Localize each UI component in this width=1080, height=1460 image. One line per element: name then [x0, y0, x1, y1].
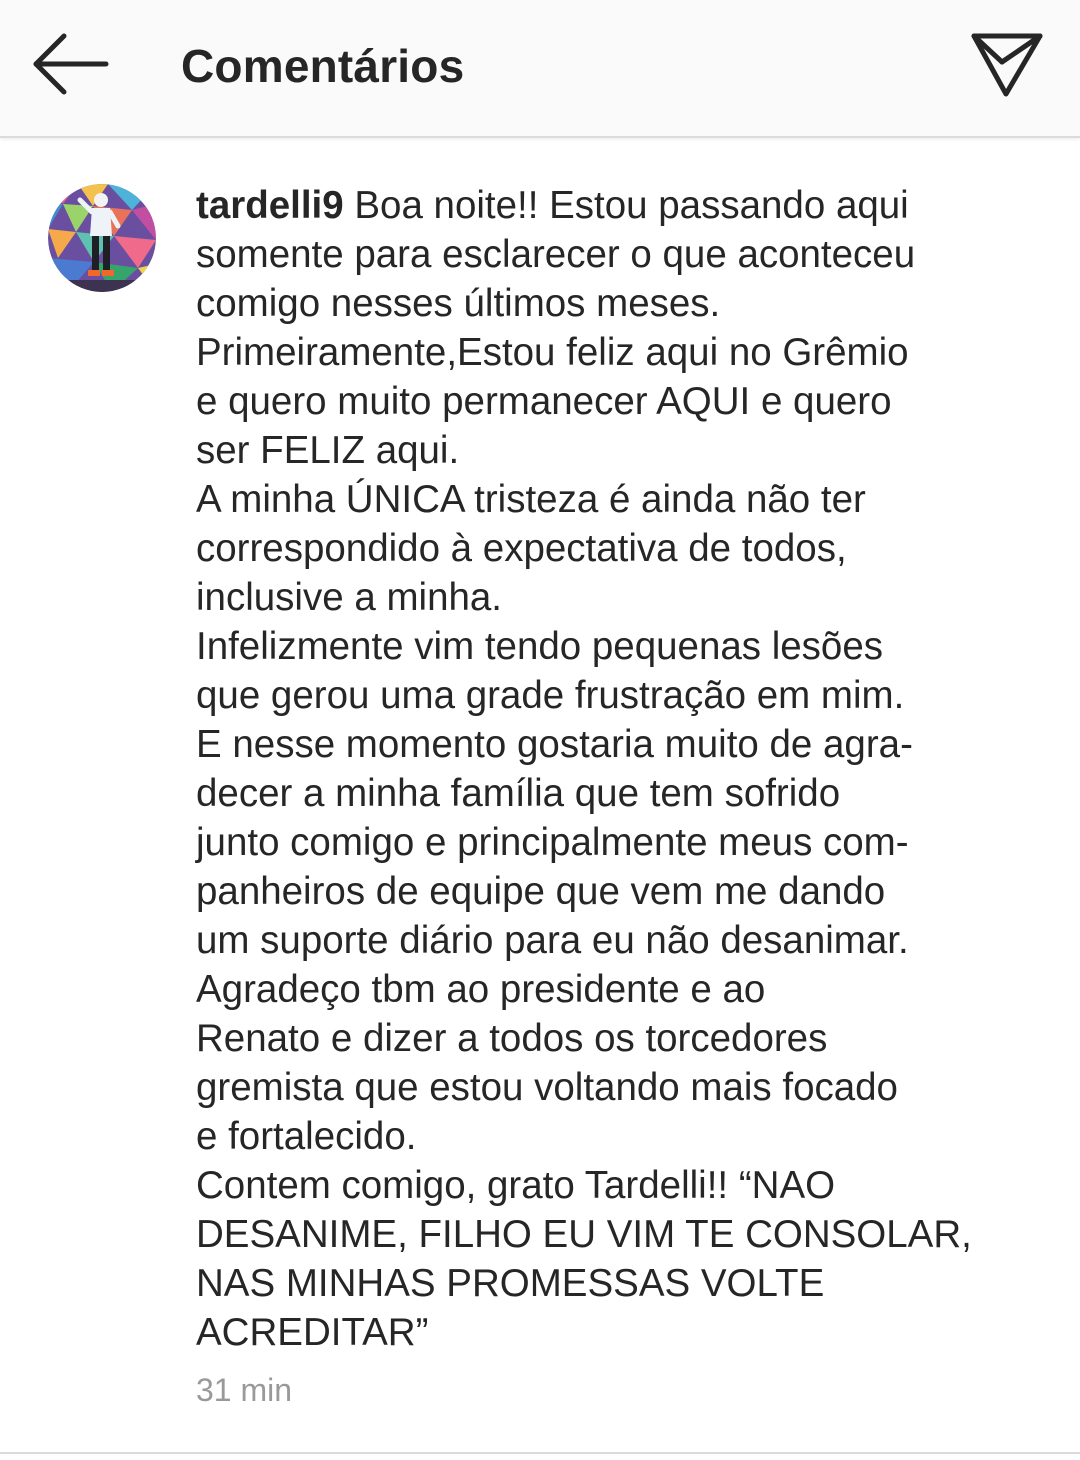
arrow-left-icon [33, 33, 109, 95]
share-button[interactable] [962, 24, 1052, 104]
comment-body: tardelli9 Boa noite!! Estou passando aqu… [196, 181, 1016, 1357]
comment-item: tardelli9 Boa noite!! Estou passando aqu… [0, 138, 1080, 1452]
comment-username[interactable]: tardelli9 [196, 184, 344, 227]
comment-timestamp: 31 min [196, 1372, 293, 1408]
user-avatar-image [48, 184, 156, 292]
paper-plane-icon [971, 33, 1043, 97]
back-button[interactable] [26, 28, 116, 100]
page-title: Comentários [181, 40, 465, 92]
top-bar: Comentários [0, 0, 1080, 138]
comment-message: Boa noite!! Estou passando aqui somente … [196, 184, 972, 1354]
avatar[interactable] [48, 184, 156, 292]
divider [0, 1452, 1080, 1454]
